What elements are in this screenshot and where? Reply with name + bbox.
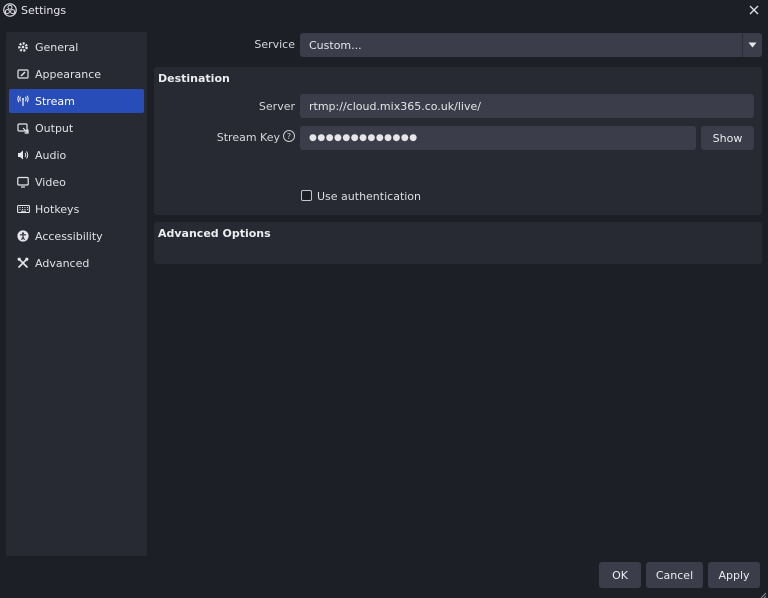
server-value: rtmp://cloud.mix365.co.uk/live/ (309, 99, 481, 113)
close-window-button[interactable] (746, 2, 762, 18)
advanced-options-title: Advanced Options (158, 227, 271, 240)
sidebar-item-accessibility[interactable]: Accessibility (9, 224, 144, 248)
resize-grip-icon[interactable] (759, 589, 767, 598)
sidebar-item-label: Hotkeys (35, 202, 80, 216)
sidebar-item-label: Video (35, 175, 66, 189)
destination-title: Destination (158, 72, 230, 85)
sidebar-item-label: Appearance (35, 67, 102, 81)
show-key-button[interactable]: Show (701, 126, 754, 150)
chevron-down-icon (742, 33, 762, 57)
apply-label: Apply (718, 568, 750, 582)
close-icon (749, 5, 759, 15)
gear-icon (16, 40, 30, 54)
ok-button[interactable]: OK (599, 562, 641, 588)
sidebar-item-label: Accessibility (35, 229, 103, 243)
advanced-options-group: Advanced Options (154, 222, 762, 264)
monitor-icon (16, 175, 30, 189)
sidebar-item-video[interactable]: Video (9, 170, 144, 194)
server-label: Server (258, 100, 295, 113)
cancel-button[interactable]: Cancel (646, 562, 703, 588)
accessibility-icon (16, 229, 30, 243)
stream-key-value: ●●●●●●●●●●●●● (309, 133, 418, 143)
sidebar-item-general[interactable]: General (9, 35, 144, 59)
title-bar: Settings (0, 0, 768, 22)
output-icon (16, 121, 30, 135)
sidebar-item-appearance[interactable]: Appearance (9, 62, 144, 86)
service-value: Custom... (309, 38, 362, 52)
sidebar-item-audio[interactable]: Audio (9, 143, 144, 167)
stream-key-label: Stream Key (216, 131, 280, 144)
sidebar-item-label: Stream (35, 94, 75, 108)
service-label: Service (254, 38, 295, 51)
apply-button[interactable]: Apply (708, 562, 760, 588)
stream-key-input[interactable]: ●●●●●●●●●●●●● (300, 126, 696, 150)
sidebar-item-label: General (35, 40, 79, 54)
tools-icon (16, 256, 30, 270)
sidebar-item-stream[interactable]: Stream (9, 89, 144, 113)
ok-label: OK (612, 568, 628, 582)
use-authentication-checkbox[interactable] (301, 190, 312, 201)
service-dropdown[interactable]: Custom... (300, 33, 762, 57)
sidebar-item-output[interactable]: Output (9, 116, 144, 140)
sidebar-item-label: Advanced (35, 256, 90, 270)
cancel-label: Cancel (655, 568, 694, 582)
help-icon[interactable]: ? (283, 130, 295, 142)
settings-sidebar: General Appearance Stream Output Audio V… (6, 32, 147, 556)
sidebar-item-advanced[interactable]: Advanced (9, 251, 144, 275)
appearance-icon (16, 67, 30, 81)
sidebar-item-label: Output (35, 121, 74, 135)
speaker-icon (16, 148, 30, 162)
obs-logo-icon (3, 3, 17, 17)
antenna-icon (16, 94, 30, 108)
show-key-label: Show (712, 131, 743, 145)
keyboard-icon (16, 202, 30, 216)
server-input[interactable]: rtmp://cloud.mix365.co.uk/live/ (300, 94, 754, 118)
sidebar-item-label: Audio (35, 148, 67, 162)
window-title: Settings (21, 4, 67, 17)
use-authentication-label: Use authentication (317, 190, 422, 203)
sidebar-item-hotkeys[interactable]: Hotkeys (9, 197, 144, 221)
